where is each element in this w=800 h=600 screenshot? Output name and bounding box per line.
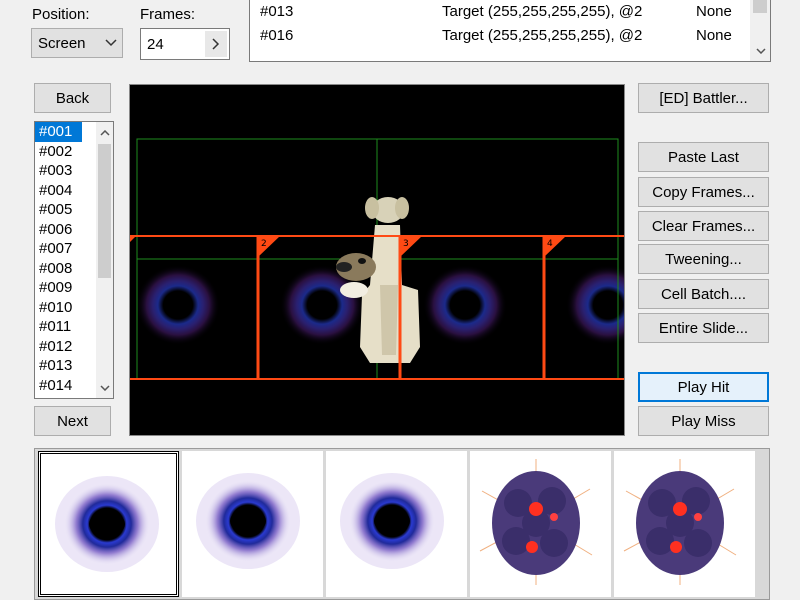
clear-frames-button[interactable]: Clear Frames... bbox=[638, 211, 769, 241]
filmstrip-frame[interactable] bbox=[38, 451, 179, 597]
frame-filmstrip[interactable] bbox=[34, 448, 770, 600]
paste-last-button[interactable]: Paste Last bbox=[638, 142, 769, 172]
tweening-button[interactable]: Tweening... bbox=[638, 244, 769, 274]
cell-list-item[interactable]: #014 bbox=[35, 376, 82, 396]
filmstrip-frame[interactable] bbox=[326, 451, 467, 597]
cell-list-item[interactable]: #012 bbox=[35, 337, 82, 357]
entire-slide-button[interactable]: Entire Slide... bbox=[638, 313, 769, 343]
play-hit-button[interactable]: Play Hit bbox=[638, 372, 769, 402]
scroll-thumb[interactable] bbox=[753, 0, 767, 13]
timing-action: Target (255,255,255,255), @2 bbox=[442, 3, 643, 20]
cell-list-item[interactable]: #013 bbox=[35, 356, 82, 376]
back-button[interactable]: Back bbox=[34, 83, 111, 113]
battler-button[interactable]: [ED] Battler... bbox=[638, 83, 769, 113]
copy-frames-button[interactable]: Copy Frames... bbox=[638, 177, 769, 207]
cell-list-item[interactable]: #001 bbox=[35, 122, 82, 142]
timing-list[interactable]: #013 Target (255,255,255,255), @2 None #… bbox=[249, 0, 771, 62]
chevron-right-icon[interactable] bbox=[205, 31, 227, 57]
next-button[interactable]: Next bbox=[34, 406, 111, 436]
timing-extra: None bbox=[696, 27, 732, 44]
cell-list-item[interactable]: #007 bbox=[35, 239, 82, 259]
timing-action: Target (255,255,255,255), @2 bbox=[442, 27, 643, 44]
timing-row[interactable]: #013 Target (255,255,255,255), @2 None bbox=[260, 1, 760, 23]
cell-list-item[interactable]: #005 bbox=[35, 200, 82, 220]
timing-id: #013 bbox=[260, 3, 294, 20]
play-miss-button[interactable]: Play Miss bbox=[638, 406, 769, 436]
cell-list-item[interactable]: #004 bbox=[35, 181, 82, 201]
frames-value: 24 bbox=[147, 35, 164, 53]
filmstrip-frame[interactable] bbox=[470, 451, 611, 597]
cell-scrollbar[interactable] bbox=[96, 122, 113, 398]
cell-marker-label: 4 bbox=[547, 239, 553, 249]
scroll-thumb[interactable] bbox=[98, 144, 111, 278]
cell-list-item[interactable]: #010 bbox=[35, 298, 82, 318]
timing-extra: None bbox=[696, 3, 732, 20]
timing-row[interactable]: #016 Target (255,255,255,255), @2 None bbox=[260, 25, 760, 47]
timing-scrollbar[interactable] bbox=[750, 0, 770, 61]
filmstrip-frame[interactable] bbox=[182, 451, 323, 597]
chevron-down-icon[interactable] bbox=[96, 379, 113, 396]
cell-marker-label: 2 bbox=[261, 239, 267, 249]
position-dropdown[interactable]: Screen bbox=[31, 28, 123, 58]
cell-list[interactable]: #001 #002 #003 #004 #005 #006 #007 #008 #009 #010… bbox=[34, 121, 114, 399]
filmstrip-frame[interactable] bbox=[614, 451, 755, 597]
chevron-down-icon bbox=[100, 39, 122, 47]
position-value: Screen bbox=[38, 34, 86, 52]
frames-label: Frames: bbox=[140, 6, 196, 23]
position-label: Position: bbox=[32, 6, 90, 23]
cell-marker-label: 3 bbox=[403, 239, 409, 249]
chevron-up-icon[interactable] bbox=[96, 124, 113, 141]
animation-canvas[interactable]: 2 3 4 bbox=[129, 84, 625, 436]
cell-list-item[interactable]: #009 bbox=[35, 278, 82, 298]
chevron-down-icon[interactable] bbox=[752, 42, 769, 59]
cell-list-item[interactable]: #002 bbox=[35, 142, 82, 162]
battler-sprite bbox=[336, 197, 420, 363]
cell-list-item[interactable]: #011 bbox=[35, 317, 82, 337]
cell-list-item[interactable]: #006 bbox=[35, 220, 82, 240]
cell-list-item[interactable]: #008 bbox=[35, 259, 82, 279]
cell-batch-button[interactable]: Cell Batch.... bbox=[638, 279, 769, 309]
cell-list-item[interactable]: #003 bbox=[35, 161, 82, 181]
timing-id: #016 bbox=[260, 27, 294, 44]
frames-stepper[interactable]: 24 bbox=[140, 28, 230, 60]
